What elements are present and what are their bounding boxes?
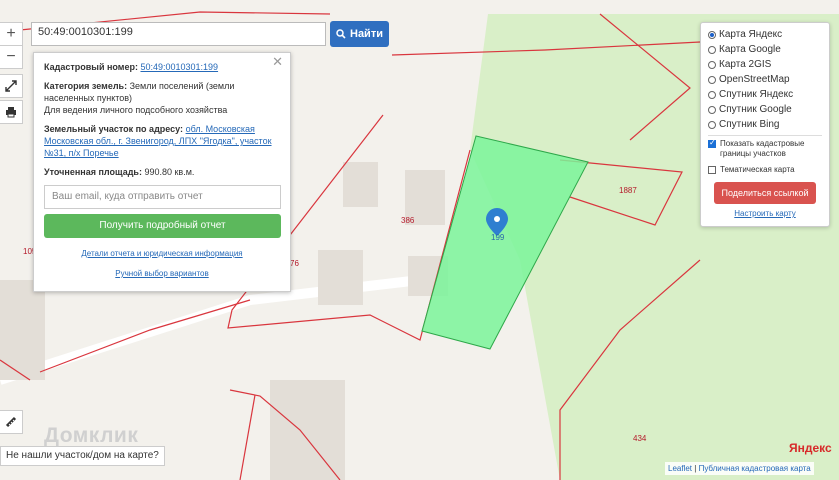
layer-label: Спутник Bing bbox=[719, 119, 780, 130]
map-layers-panel: Карта Яндекс Карта Google Карта 2GIS Ope… bbox=[700, 22, 830, 227]
search-icon bbox=[336, 29, 346, 39]
radio-icon bbox=[708, 90, 716, 99]
zoom-control: + − bbox=[0, 22, 23, 69]
share-link-button[interactable]: Поделиться ссылкой bbox=[714, 182, 816, 204]
print-button[interactable] bbox=[0, 100, 23, 124]
layer-option-2gis-map[interactable]: Карта 2GIS bbox=[708, 57, 822, 72]
printer-icon bbox=[6, 107, 16, 118]
manual-select-link[interactable]: Ручной выбор вариантов bbox=[115, 269, 208, 278]
search-input[interactable]: 50:49:0010301:199 bbox=[31, 22, 326, 46]
cadastral-label: Кадастровый номер: bbox=[44, 62, 138, 72]
building bbox=[318, 250, 363, 305]
layer-label: OpenStreetMap bbox=[719, 74, 790, 85]
get-report-button[interactable]: Получить подробный отчет bbox=[44, 214, 281, 238]
ruler-icon bbox=[5, 416, 17, 428]
layer-label: Карта Яндекс bbox=[719, 29, 783, 40]
layer-option-google-map[interactable]: Карта Google bbox=[708, 42, 822, 57]
not-found-button[interactable]: Не нашли участок/дом на карте? bbox=[0, 446, 165, 466]
building bbox=[270, 380, 345, 480]
layer-option-bing-satellite[interactable]: Спутник Bing bbox=[708, 117, 822, 132]
domclick-watermark: Домклик bbox=[44, 424, 139, 447]
checkbox-icon bbox=[708, 138, 716, 148]
checkbox-label: Показать кадастровые границы участков bbox=[720, 139, 805, 158]
fullscreen-button[interactable] bbox=[0, 74, 23, 98]
plot-number-1887: 1887 bbox=[619, 186, 637, 195]
zoom-out-button[interactable]: − bbox=[0, 45, 22, 68]
layer-label: Спутник Яндекс bbox=[719, 89, 794, 100]
divider bbox=[708, 135, 822, 136]
radio-icon bbox=[708, 105, 716, 114]
setup-map-link[interactable]: Настроить карту bbox=[708, 209, 822, 218]
pkk-link[interactable]: Публичная кадастровая карта bbox=[699, 464, 811, 473]
plot-number-386: 386 bbox=[401, 216, 415, 225]
usage-value: Для ведения личного подсобного хозяйства bbox=[44, 105, 228, 115]
attribution-separator: | bbox=[694, 464, 697, 473]
radio-icon bbox=[708, 45, 716, 54]
radio-icon bbox=[708, 60, 716, 69]
zoom-in-button[interactable]: + bbox=[0, 23, 22, 45]
layer-option-yandex-map[interactable]: Карта Яндекс bbox=[708, 27, 822, 42]
radio-icon bbox=[708, 75, 716, 84]
area-value: 990.80 кв.м. bbox=[144, 167, 195, 177]
cadastral-link[interactable]: 50:49:0010301:199 bbox=[140, 62, 218, 72]
area-label: Уточненная площадь: bbox=[44, 167, 142, 177]
details-link[interactable]: Детали отчета и юридическая информация bbox=[81, 249, 242, 258]
layer-label: Карта 2GIS bbox=[719, 59, 772, 70]
plot-number-76: 76 bbox=[290, 259, 299, 268]
address-row: Земельный участок по адресу: обл. Москов… bbox=[44, 123, 280, 159]
address-label: Земельный участок по адресу: bbox=[44, 124, 184, 134]
cadastral-number-row: Кадастровый номер: 50:49:0010301:199 bbox=[44, 61, 280, 73]
layer-option-google-satellite[interactable]: Спутник Google bbox=[708, 102, 822, 117]
category-label: Категория земель: bbox=[44, 81, 128, 91]
search-button[interactable]: Найти bbox=[330, 21, 389, 47]
checkbox-icon bbox=[708, 166, 716, 174]
radio-icon bbox=[708, 30, 716, 39]
checkbox-label: Тематическая карта bbox=[720, 165, 795, 174]
show-boundaries-checkbox[interactable]: Показать кадастровые границы участков bbox=[708, 138, 822, 159]
area-row: Уточненная площадь: 990.80 кв.м. bbox=[44, 166, 280, 178]
map-attribution: Leaflet | Публичная кадастровая карта bbox=[665, 462, 814, 475]
leaflet-link[interactable]: Leaflet bbox=[668, 464, 692, 473]
building bbox=[343, 162, 378, 207]
search-button-label: Найти bbox=[350, 28, 383, 40]
plot-number-434: 434 bbox=[633, 434, 647, 443]
layer-option-yandex-satellite[interactable]: Спутник Яндекс bbox=[708, 87, 822, 102]
radio-icon bbox=[708, 120, 716, 129]
layer-option-osm[interactable]: OpenStreetMap bbox=[708, 72, 822, 87]
ruler-button[interactable] bbox=[0, 410, 23, 434]
expand-icon bbox=[5, 80, 17, 92]
close-icon[interactable]: ✕ bbox=[272, 55, 283, 68]
thematic-map-checkbox[interactable]: Тематическая карта bbox=[708, 165, 822, 175]
category-row: Категория земель: Земли поселений (земли… bbox=[44, 80, 280, 116]
plot-number-199: 199 bbox=[491, 233, 505, 242]
yandex-logo: Яндекс bbox=[789, 441, 832, 455]
plot-info-popup: ✕ Кадастровый номер: 50:49:0010301:199 К… bbox=[33, 52, 291, 292]
layer-label: Карта Google bbox=[719, 44, 781, 55]
email-field[interactable]: Ваш email, куда отправить отчет bbox=[44, 185, 281, 209]
layer-label: Спутник Google bbox=[719, 104, 792, 115]
